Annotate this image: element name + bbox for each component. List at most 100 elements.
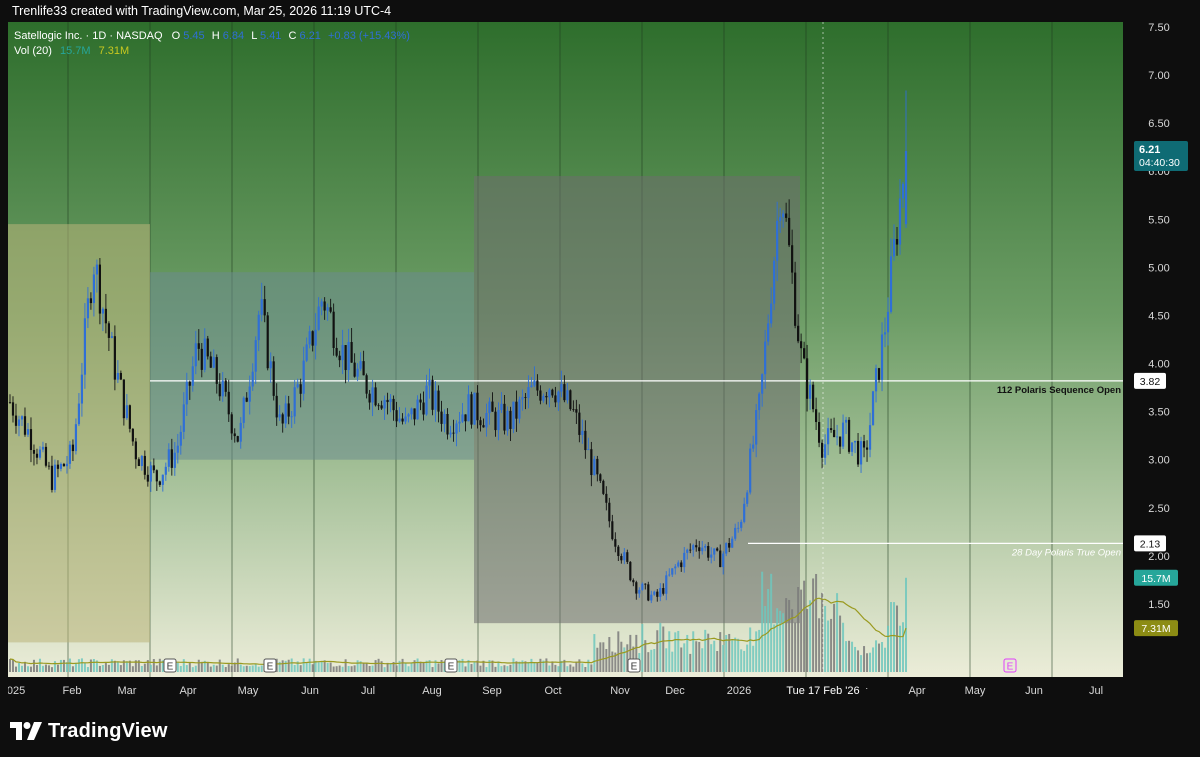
candle-body xyxy=(62,463,66,467)
candle-body xyxy=(671,568,674,575)
candle-body xyxy=(272,361,275,396)
volume-bar xyxy=(281,660,284,672)
candle-body xyxy=(326,307,329,311)
candle-body xyxy=(239,422,242,442)
volume-bar xyxy=(83,663,86,672)
candle-body xyxy=(509,410,512,429)
candle-body xyxy=(791,245,794,273)
candle-body xyxy=(101,308,104,314)
candle-body xyxy=(413,408,416,420)
volume-bar xyxy=(797,587,800,672)
volume-bar xyxy=(557,666,560,672)
volume-bar xyxy=(584,666,587,672)
volume-bar xyxy=(527,662,530,672)
candle-body xyxy=(692,545,695,550)
candle-body xyxy=(701,547,704,552)
candle-body xyxy=(611,521,614,540)
volume-bar xyxy=(131,666,134,672)
candle-body xyxy=(176,445,179,453)
candle-body xyxy=(359,361,362,369)
volume-bar xyxy=(755,631,758,672)
candle-body xyxy=(497,410,500,431)
candle-body xyxy=(233,433,236,437)
volume-bar xyxy=(395,665,398,672)
candle-body xyxy=(257,314,260,341)
candle-body xyxy=(569,390,572,410)
candle-body xyxy=(446,413,449,435)
volume-bar xyxy=(749,627,752,672)
candle-body xyxy=(650,594,653,601)
volume-bar xyxy=(230,665,233,672)
candle-body xyxy=(278,414,281,418)
candle-body xyxy=(797,325,800,342)
volume-bar xyxy=(692,631,695,672)
volume-bar xyxy=(566,666,569,672)
volume-bar xyxy=(14,666,17,672)
crosshair-date-label: Tue 17 Feb '26 xyxy=(786,685,859,697)
price-chart[interactable]: 112 Polaris Sequence Open 28 Day Polaris … xyxy=(1,22,1193,702)
price-axis-tick: 6.50 xyxy=(1148,118,1169,130)
volume-bar xyxy=(56,664,59,672)
volume-bar xyxy=(671,651,674,672)
candle-body xyxy=(518,399,521,419)
volume-bar xyxy=(881,642,884,672)
candle-body xyxy=(578,412,581,435)
volume-bar xyxy=(470,664,473,672)
candle-body xyxy=(236,436,239,442)
volume-bar xyxy=(578,659,581,672)
candle-body xyxy=(161,474,164,485)
candle-body xyxy=(770,303,773,324)
legend-low-value: 5.41 xyxy=(260,30,281,42)
legend-open-value: 5.45 xyxy=(183,30,204,42)
volume-bar xyxy=(59,659,62,672)
candle-body xyxy=(356,368,359,377)
volume-bar xyxy=(407,666,410,672)
legend-symbol: Satellogic Inc. · 1D · NASDAQ xyxy=(14,30,163,42)
candle-body xyxy=(86,298,90,319)
volume-bar xyxy=(833,603,836,672)
candle-body xyxy=(20,416,24,420)
volume-bar xyxy=(299,665,302,672)
candle-body xyxy=(32,449,36,454)
volume-bar xyxy=(620,641,623,672)
volume-bar xyxy=(803,580,806,672)
volume-bar xyxy=(767,589,770,672)
volume-bar xyxy=(647,652,650,672)
earnings-marker-label: E xyxy=(167,662,174,673)
volume-bar xyxy=(608,637,611,672)
candle-body xyxy=(218,383,221,397)
candle-body xyxy=(209,356,212,368)
volume-bar xyxy=(869,652,872,672)
candle-body xyxy=(287,403,290,417)
volume-bar xyxy=(854,646,857,672)
time-axis-tick: Mar xyxy=(118,685,137,697)
volume-bar xyxy=(89,659,92,672)
candle-body xyxy=(500,403,503,411)
candle-body xyxy=(305,344,308,361)
candle-body xyxy=(464,414,467,422)
candle-body xyxy=(74,424,78,452)
volume-bar xyxy=(599,642,602,672)
candle-body xyxy=(317,306,320,330)
volume-bar xyxy=(260,665,263,672)
volume-bar xyxy=(842,622,845,672)
candle-body xyxy=(131,428,134,442)
volume-bar xyxy=(680,647,683,672)
chart-canvas[interactable]: 112 Polaris Sequence Open 28 Day Polaris … xyxy=(1,22,1193,702)
volume-bar xyxy=(506,666,509,672)
volume-bar xyxy=(497,661,500,672)
volume-bar xyxy=(716,651,719,672)
volume-bar xyxy=(887,625,890,672)
candle-body xyxy=(809,384,812,399)
candle-body xyxy=(335,347,338,356)
volume-bar xyxy=(590,664,593,672)
volume-bar xyxy=(221,664,224,672)
legend-volume-value: 15.7M xyxy=(60,45,91,57)
legend-close-value: 6.21 xyxy=(300,30,321,42)
candle-body xyxy=(308,331,311,345)
candle-body xyxy=(221,380,224,397)
volume-bar xyxy=(902,622,905,672)
candle-body xyxy=(188,381,191,386)
price-axis-tick: 4.50 xyxy=(1148,310,1169,322)
candle-body xyxy=(674,566,677,569)
